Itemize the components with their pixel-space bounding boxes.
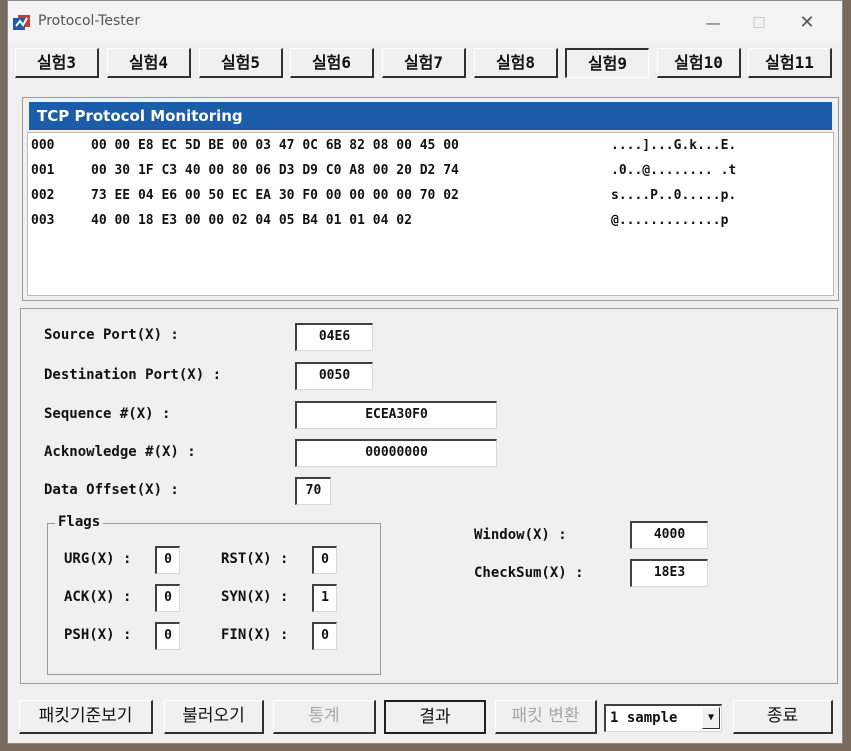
window-title: Protocol-Tester: [38, 13, 141, 29]
urg-label: URG(X) :: [64, 551, 132, 567]
fin-label: FIN(X) :: [221, 627, 289, 643]
source-port-field[interactable]: 04E6: [295, 323, 373, 351]
tab-exp4[interactable]: 실험4: [107, 48, 191, 78]
syn-label: SYN(X) :: [221, 589, 289, 605]
hex-bytes: 73 EE 04 E6 00 50 EC EA 30 F0 00 00 00 0…: [91, 188, 459, 203]
hex-ascii: .0..@........ .t: [611, 163, 737, 178]
result-button[interactable]: 결과: [384, 700, 486, 734]
exit-button[interactable]: 종료: [733, 700, 833, 734]
close-button[interactable]: ✕: [784, 9, 830, 37]
window-label: Window(X) :: [474, 527, 567, 543]
hex-row: 002 73 EE 04 E6 00 50 EC EA 30 F0 00 00 …: [31, 185, 736, 207]
hex-offset: 000: [31, 138, 55, 153]
hex-offset: 001: [31, 163, 55, 178]
destination-port-label: Destination Port(X) :: [44, 367, 222, 383]
hex-offset: 003: [31, 213, 55, 228]
packet-view-button[interactable]: 패킷기준보기: [19, 700, 153, 734]
hex-panel-title: TCP Protocol Monitoring: [29, 102, 832, 130]
tcp-fields-panel: Source Port(X) : 04E6 Destination Port(X…: [20, 308, 838, 684]
chevron-down-icon[interactable]: ▼: [702, 707, 720, 729]
hex-row: 003 40 00 18 E3 00 00 02 04 05 B4 01 01 …: [31, 210, 728, 232]
tab-exp5[interactable]: 실험5: [199, 48, 283, 78]
load-button[interactable]: 불러오기: [164, 700, 264, 734]
flags-title: Flags: [55, 514, 104, 530]
hex-bytes: 40 00 18 E3 00 00 02 04 05 B4 01 01 04 0…: [91, 213, 412, 228]
hex-row: 000 00 00 E8 EC 5D BE 00 03 47 0C 6B 82 …: [31, 135, 736, 157]
maximize-button[interactable]: ☐: [736, 9, 782, 37]
minimize-button[interactable]: —: [690, 9, 736, 37]
ack-label: ACK(X) :: [64, 589, 132, 605]
stats-button[interactable]: 통계: [273, 700, 376, 734]
source-port-label: Source Port(X) :: [44, 327, 179, 343]
title-bar: Protocol-Tester — ☐ ✕: [8, 1, 842, 43]
packet-convert-button[interactable]: 패킷 변환: [495, 700, 597, 734]
acknowledge-label: Acknowledge #(X) :: [44, 444, 196, 460]
destination-port-field[interactable]: 0050: [295, 362, 373, 390]
checksum-field[interactable]: 18E3: [630, 559, 708, 587]
data-offset-field[interactable]: 70: [295, 477, 331, 505]
tab-exp7[interactable]: 실험7: [382, 48, 466, 78]
psh-label: PSH(X) :: [64, 627, 132, 643]
rst-field[interactable]: 0: [312, 546, 337, 574]
hex-ascii: @.............p: [611, 213, 729, 228]
ack-field[interactable]: 0: [155, 584, 180, 612]
sequence-label: Sequence #(X) :: [44, 406, 171, 422]
tab-exp3[interactable]: 실험3: [15, 48, 99, 78]
sequence-field[interactable]: ECEA30F0: [295, 401, 497, 429]
window-field[interactable]: 4000: [630, 521, 708, 549]
acknowledge-field[interactable]: 00000000: [295, 439, 497, 467]
hex-monitor-panel: TCP Protocol Monitoring 000 00 00 E8 EC …: [22, 97, 839, 301]
sample-select-value: 1 sample: [610, 710, 678, 726]
hex-bytes: 00 30 1F C3 40 00 80 06 D3 D9 C0 A8 00 2…: [91, 163, 459, 178]
tab-exp6[interactable]: 실험6: [290, 48, 374, 78]
sample-select[interactable]: 1 sample ▼: [604, 704, 722, 732]
checksum-label: CheckSum(X) :: [474, 565, 584, 581]
hex-dump-view[interactable]: 000 00 00 E8 EC 5D BE 00 03 47 0C 6B 82 …: [27, 132, 834, 296]
tab-exp9[interactable]: 실험9: [565, 48, 649, 78]
hex-ascii: ....]...G.k...E.: [611, 138, 737, 153]
hex-offset: 002: [31, 188, 55, 203]
app-logo-icon: [13, 15, 30, 30]
tab-exp11[interactable]: 실험11: [748, 48, 832, 78]
hex-ascii: s....P..0.....p.: [611, 188, 737, 203]
fin-field[interactable]: 0: [312, 622, 337, 650]
tab-exp8[interactable]: 실험8: [474, 48, 558, 78]
tab-exp10[interactable]: 실험10: [657, 48, 741, 78]
hex-bytes: 00 00 E8 EC 5D BE 00 03 47 0C 6B 82 08 0…: [91, 138, 459, 153]
data-offset-label: Data Offset(X) :: [44, 482, 179, 498]
urg-field[interactable]: 0: [155, 546, 180, 574]
app-window: Protocol-Tester — ☐ ✕ 실험3 실험4 실험5 실험6 실험…: [7, 0, 843, 744]
syn-field[interactable]: 1: [312, 584, 337, 612]
hex-row: 001 00 30 1F C3 40 00 80 06 D3 D9 C0 A8 …: [31, 160, 736, 182]
rst-label: RST(X) :: [221, 551, 289, 567]
psh-field[interactable]: 0: [155, 622, 180, 650]
